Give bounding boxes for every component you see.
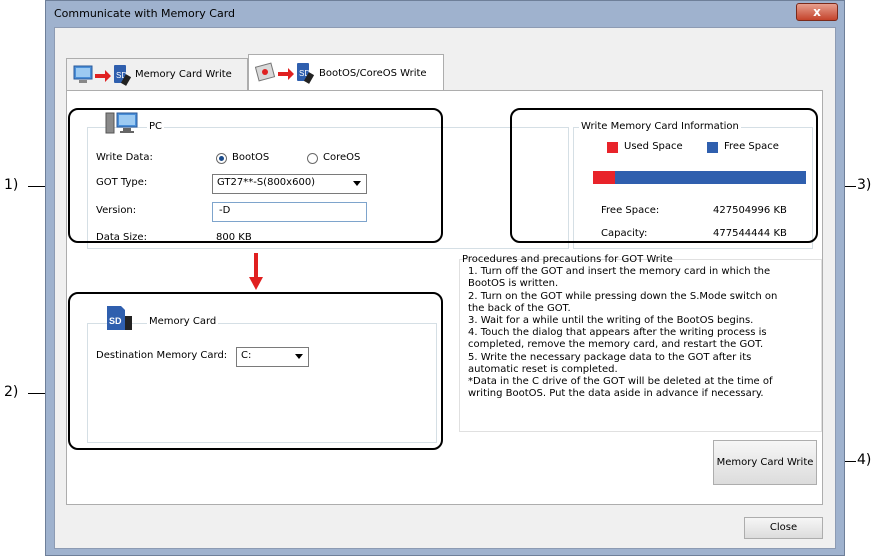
procedure-line: completed, remove the memory card, and r… [468, 339, 764, 351]
procedure-line: BootOS is written. [468, 278, 559, 290]
procedure-line: 2. Turn on the GOT while pressing down t… [468, 290, 778, 302]
callout-label-2: 2) [4, 384, 19, 400]
title-bar: Communicate with Memory Card x [46, 1, 844, 27]
callout-label-1: 1) [4, 177, 19, 193]
callout-frame-3 [510, 108, 818, 243]
got-to-sd-icon: SD [255, 62, 315, 84]
dialog-client-area: SD Memory Card Write SD BootOS/CoreOS Wr… [54, 27, 836, 549]
procedure-line: *Data in the C drive of the GOT will be … [468, 376, 773, 388]
procedure-line: 3. Wait for a while until the writing of… [468, 315, 754, 327]
memory-card-write-button[interactable]: Memory Card Write [713, 440, 817, 485]
procedure-line: 5. Write the necessary package data to t… [468, 351, 752, 363]
memory-card-write-label: Memory Card Write [716, 457, 814, 468]
tab-label: Memory Card Write [135, 69, 232, 80]
callout-label-4: 4) [857, 452, 872, 468]
callout-frame-2 [68, 292, 443, 450]
dialog-window: Communicate with Memory Card x SD Memory… [45, 0, 845, 556]
procedure-line: the back of the GOT. [468, 302, 571, 314]
close-button[interactable]: Close [744, 517, 823, 539]
close-icon: x [813, 5, 821, 19]
procedure-line: 4. Touch the dialog that appears after t… [468, 327, 767, 339]
procedure-line: automatic reset is completed. [468, 363, 618, 375]
tab-bootos-coreos-write[interactable]: SD BootOS/CoreOS Write [248, 54, 444, 91]
down-arrow-icon [249, 253, 263, 290]
tab-memory-card-write[interactable]: SD Memory Card Write [66, 58, 248, 90]
callout-label-3: 3) [857, 177, 872, 193]
window-title: Communicate with Memory Card [54, 7, 236, 20]
window-close-button[interactable]: x [796, 3, 838, 21]
procedure-line: writing BootOS. Put the data aside in ad… [468, 388, 764, 400]
callout-frame-1 [68, 108, 443, 243]
procedures-text: Procedures and precautions for GOT Write… [462, 254, 820, 400]
procedure-line: 1. Turn off the GOT and insert the memor… [468, 266, 771, 278]
close-button-label: Close [769, 522, 798, 533]
procedures-title: Procedures and precautions for GOT Write [462, 254, 673, 265]
pc-to-sd-icon: SD [73, 64, 131, 86]
tab-label: BootOS/CoreOS Write [319, 67, 427, 79]
